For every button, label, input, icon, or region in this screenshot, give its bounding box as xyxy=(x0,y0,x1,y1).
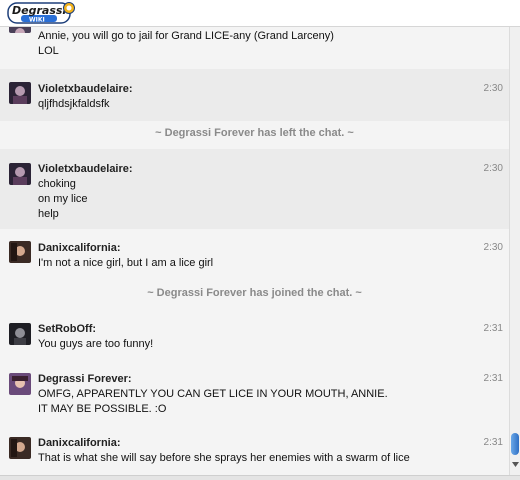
message-text: choking on my lice help xyxy=(38,177,88,222)
message-line: Annie, you will go to jail for Grand LIC… xyxy=(38,30,334,42)
chat-message: Violetxbaudelaire: 2:30 qljfhdsjkfaldsfk xyxy=(0,69,509,121)
message-line: qljfhdsjkfaldsfk xyxy=(38,98,110,110)
message-line: I'm not a nice girl, but I am a lice gir… xyxy=(38,257,214,269)
user-avatar[interactable] xyxy=(9,323,31,345)
user-avatar[interactable] xyxy=(9,27,31,33)
degrassi-wiki-logo[interactable]: Degrassi WIKI xyxy=(7,2,77,24)
message-text: You guys are too funny! xyxy=(38,337,153,352)
chat-message: Danixcalifornia: 2:31 That is what she w… xyxy=(0,427,509,475)
message-username[interactable]: Danixcalifornia: xyxy=(38,242,121,254)
message-line: choking xyxy=(38,178,76,190)
message-line: help xyxy=(38,208,59,220)
message-timestamp: 2:30 xyxy=(483,83,503,94)
message-text: Annie, you will go to jail for Grand LIC… xyxy=(38,29,334,59)
message-text: That is what she will say before she spr… xyxy=(38,451,410,466)
message-text: I'm not a nice girl, but I am a lice gir… xyxy=(38,256,213,271)
system-notice: ~ Degrassi Forever has left the chat. ~ xyxy=(155,127,354,139)
message-line: on my lice xyxy=(38,193,88,205)
chat-message: Degrassi Forever: 2:31 OMFG, APPARENTLY … xyxy=(0,363,509,427)
message-timestamp: 2:31 xyxy=(483,323,503,334)
logo-sub-text: WIKI xyxy=(29,16,45,23)
message-username[interactable]: Violetxbaudelaire: xyxy=(38,163,133,175)
chat-log[interactable]: Annie, you will go to jail for Grand LIC… xyxy=(0,27,509,475)
logo-text: Degrassi xyxy=(12,4,66,17)
message-line: That is what she will say before she spr… xyxy=(38,452,410,464)
message-text: qljfhdsjkfaldsfk xyxy=(38,97,110,112)
message-username[interactable]: Danixcalifornia: xyxy=(38,437,121,449)
message-timestamp: 2:31 xyxy=(483,373,503,384)
message-username[interactable]: Degrassi Forever: xyxy=(38,373,132,385)
message-line: LOL xyxy=(38,45,59,57)
scrollbar-thumb[interactable] xyxy=(511,433,519,455)
message-line: You guys are too funny! xyxy=(38,338,154,350)
chat-message: Violetxbaudelaire: 2:30 choking on my li… xyxy=(0,149,509,229)
message-username[interactable]: SetRobOff: xyxy=(38,323,96,335)
chat-scrollbar[interactable] xyxy=(509,27,520,475)
wiki-header: Degrassi WIKI xyxy=(0,0,520,27)
chat-input-bar[interactable] xyxy=(0,475,520,480)
message-timestamp: 2:30 xyxy=(483,242,503,253)
message-line: IT MAY BE POSSIBLE. :O xyxy=(38,403,167,415)
message-text: OMFG, APPARENTLY YOU CAN GET LICE IN YOU… xyxy=(38,387,388,417)
user-avatar[interactable] xyxy=(9,437,31,459)
system-notice: ~ Degrassi Forever has joined the chat. … xyxy=(147,287,362,299)
chat-message: Danixcalifornia: 2:30 I'm not a nice gir… xyxy=(0,229,509,281)
message-timestamp: 2:31 xyxy=(483,437,503,448)
user-avatar[interactable] xyxy=(9,82,31,104)
chat-message: SetRobOff: 2:31 You guys are too funny! xyxy=(0,311,509,359)
user-avatar[interactable] xyxy=(9,163,31,185)
chat-message: Annie, you will go to jail for Grand LIC… xyxy=(0,27,509,69)
user-avatar[interactable] xyxy=(9,241,31,263)
message-timestamp: 2:30 xyxy=(483,163,503,174)
user-avatar[interactable] xyxy=(9,373,31,395)
message-line: OMFG, APPARENTLY YOU CAN GET LICE IN YOU… xyxy=(38,388,388,400)
message-username[interactable]: Violetxbaudelaire: xyxy=(38,83,133,95)
scroll-down-arrow-icon[interactable] xyxy=(512,461,519,468)
